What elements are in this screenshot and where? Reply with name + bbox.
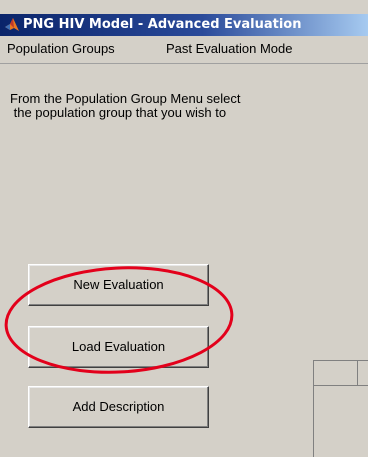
matlab-logo-icon	[5, 18, 19, 31]
advanced-evaluation-window: PNG HIV Model - Advanced Evaluation Popu…	[0, 0, 368, 457]
menu-bar: Population Groups Past Evaluation Mode	[0, 36, 368, 64]
menu-population-groups[interactable]: Population Groups	[3, 36, 119, 63]
results-table-panel	[313, 360, 368, 457]
new-evaluation-button[interactable]: New Evaluation	[28, 264, 209, 306]
load-evaluation-button[interactable]: Load Evaluation	[28, 326, 209, 368]
instruction-line-2: the population group that you wish to	[10, 105, 227, 120]
title-bar[interactable]: PNG HIV Model - Advanced Evaluation	[0, 14, 368, 36]
instruction-line-1: From the Population Group Menu select	[10, 91, 241, 106]
window-title: PNG HIV Model - Advanced Evaluation	[23, 17, 302, 32]
table-header-cell	[358, 361, 368, 386]
menu-past-evaluation-mode[interactable]: Past Evaluation Mode	[162, 36, 296, 63]
table-header-cell	[314, 361, 358, 386]
instruction-text: From the Population Group Menu select th…	[10, 92, 355, 120]
add-description-button[interactable]: Add Description	[28, 386, 209, 428]
